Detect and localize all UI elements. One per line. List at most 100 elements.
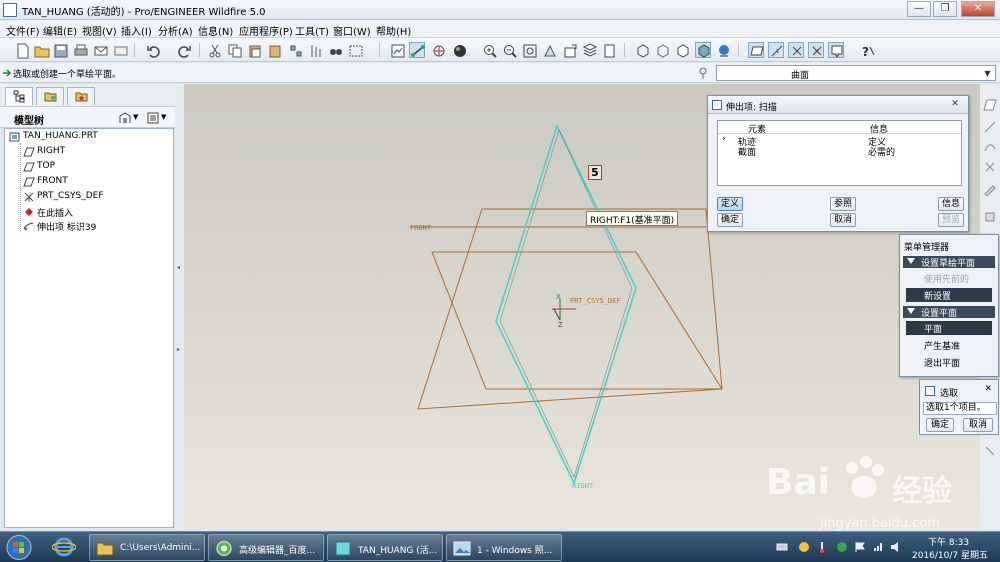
menu-edit[interactable]: 编辑(E) xyxy=(43,23,77,38)
shading-icon[interactable] xyxy=(695,42,711,58)
open-icon[interactable] xyxy=(33,42,50,58)
cut-icon[interactable] xyxy=(206,42,222,58)
close-button[interactable]: ✕ xyxy=(961,1,995,17)
network-icon[interactable] xyxy=(872,541,884,553)
preview-button[interactable]: 预览 xyxy=(938,213,964,227)
select-box-icon[interactable] xyxy=(347,42,363,58)
datum-points-on-icon[interactable] xyxy=(788,42,804,58)
appearance-icon[interactable] xyxy=(451,42,467,58)
reorient-icon[interactable] xyxy=(541,42,557,58)
close-icon[interactable]: ✕ xyxy=(984,384,992,394)
clock-date[interactable]: 2016/10/7 星期五 xyxy=(912,548,988,561)
minimize-button[interactable]: — xyxy=(907,1,931,17)
annotations-on-icon[interactable] xyxy=(828,42,844,58)
selection-filter-select[interactable]: 曲面 ▼ xyxy=(716,65,996,81)
wireframe-icon[interactable] xyxy=(634,42,650,58)
menu-view[interactable]: 视图(V) xyxy=(82,23,117,38)
repaint-icon[interactable] xyxy=(389,42,405,58)
email-icon[interactable] xyxy=(92,42,108,58)
menu-item-plane[interactable]: 平面 xyxy=(906,321,992,335)
menu-window[interactable]: 窗口(W) xyxy=(333,23,371,38)
select-cancel-button[interactable]: 取消 xyxy=(963,418,993,432)
copy-icon[interactable] xyxy=(226,42,242,58)
menu-file[interactable]: 文件(F) xyxy=(6,23,40,38)
settings-icon[interactable] xyxy=(118,111,132,125)
regenerate-icon[interactable] xyxy=(287,42,303,58)
sketch-curve-tool-icon[interactable] xyxy=(983,140,997,154)
references-button[interactable]: 参照 xyxy=(830,197,856,211)
orient-mode-icon[interactable] xyxy=(430,42,446,58)
menu-help[interactable]: 帮助(H) xyxy=(376,23,411,38)
input-method-icon[interactable] xyxy=(798,541,810,553)
section-setup-sketch-plane[interactable]: 设置草绘平面 xyxy=(903,256,995,269)
taskbar-item-explorer[interactable]: C:\Users\Admini... xyxy=(89,534,205,561)
menu-analysis[interactable]: 分析(A) xyxy=(158,23,193,38)
ie-icon[interactable] xyxy=(52,536,76,558)
restore-button[interactable]: ❐ xyxy=(933,1,957,17)
context-help-icon[interactable]: ? xyxy=(859,42,875,59)
menu-item-make-datum[interactable]: 产生基准 xyxy=(906,338,992,352)
paste-special-icon[interactable] xyxy=(266,42,282,58)
cancel-button[interactable]: 取消 xyxy=(830,213,856,227)
extrude-tool-icon[interactable] xyxy=(983,210,997,224)
redo-icon[interactable] xyxy=(175,42,191,58)
table-row-element[interactable]: 截面 xyxy=(738,145,756,158)
chevron-down-icon[interactable]: ▼ xyxy=(133,113,138,121)
datum-point-tool-icon[interactable] xyxy=(983,160,997,174)
select-ok-button[interactable]: 确定 xyxy=(926,418,954,432)
view-manager-icon[interactable] xyxy=(601,42,617,58)
datum-axes-on-icon[interactable] xyxy=(768,42,784,58)
menu-item-new-setup[interactable]: 新设置 xyxy=(906,288,992,302)
taskbar-item-browser[interactable]: 高级编辑器_百度... xyxy=(208,534,324,561)
saved-views-icon[interactable] xyxy=(561,42,577,58)
csys-on-icon[interactable] xyxy=(808,42,824,58)
thermometer-icon[interactable] xyxy=(816,541,828,553)
ok-button[interactable]: 确定 xyxy=(717,213,743,227)
enhanced-realism-icon[interactable] xyxy=(715,42,731,58)
sketch-tool-icon[interactable] xyxy=(983,182,997,196)
taskbar-item-proe[interactable]: TAN_HUANG (活... xyxy=(327,534,443,561)
no-hidden-icon[interactable] xyxy=(674,42,690,58)
close-icon[interactable]: ✕ xyxy=(946,98,964,111)
hidden-line-icon[interactable] xyxy=(654,42,670,58)
tab-favorites[interactable] xyxy=(67,87,95,105)
layers-icon[interactable] xyxy=(581,42,598,58)
undo-icon[interactable] xyxy=(145,42,161,58)
volume-icon[interactable] xyxy=(890,541,902,553)
menu-info[interactable]: 信息(N) xyxy=(198,23,233,38)
panel-splitter[interactable]: ◂ ▸ xyxy=(175,84,184,530)
datum-planes-on-icon[interactable] xyxy=(748,42,764,58)
new-icon[interactable] xyxy=(14,42,30,59)
tab-model-tree[interactable] xyxy=(5,87,33,105)
save-icon[interactable] xyxy=(52,42,68,58)
flag-icon[interactable] xyxy=(854,541,866,553)
start-button[interactable] xyxy=(4,534,34,561)
find-icon[interactable] xyxy=(327,42,343,58)
keyboard-icon[interactable] xyxy=(776,541,788,553)
email-link-icon[interactable] xyxy=(112,42,128,58)
zoom-out-icon[interactable] xyxy=(501,42,517,58)
menu-item-use-previous[interactable]: 使用先前的 xyxy=(906,271,992,285)
menu-applications[interactable]: 应用程序(P) xyxy=(239,23,293,38)
datum-axis-tool-icon[interactable] xyxy=(983,120,997,134)
paste-icon[interactable] xyxy=(246,42,262,58)
mirror-tool-icon[interactable] xyxy=(983,444,997,458)
tab-folder-browser[interactable] xyxy=(36,87,64,105)
menu-insert[interactable]: 插入(I) xyxy=(121,23,152,38)
menu-tools[interactable]: 工具(T) xyxy=(295,23,329,38)
regen-manager-icon[interactable] xyxy=(307,42,323,58)
show-icon[interactable] xyxy=(146,111,160,125)
define-button[interactable]: 定义 xyxy=(717,197,743,211)
zoom-in-icon[interactable] xyxy=(481,42,497,58)
chevron-down-icon[interactable]: ▼ xyxy=(161,113,166,121)
security-icon[interactable] xyxy=(836,541,848,553)
taskbar-item-photo-viewer[interactable]: 1 - Windows 照... xyxy=(446,534,562,561)
datum-plane-tool-icon[interactable] xyxy=(983,98,997,112)
info-button[interactable]: 信息 xyxy=(938,197,964,211)
section-setup-plane[interactable]: 设置平面 xyxy=(903,306,995,319)
menu-item-quit-plane[interactable]: 退出平面 xyxy=(906,355,992,369)
refit-icon[interactable] xyxy=(521,42,537,58)
print-icon[interactable] xyxy=(72,42,88,58)
spin-center-icon[interactable] xyxy=(409,42,425,58)
clock-time[interactable]: 下午 8:33 xyxy=(928,535,969,548)
